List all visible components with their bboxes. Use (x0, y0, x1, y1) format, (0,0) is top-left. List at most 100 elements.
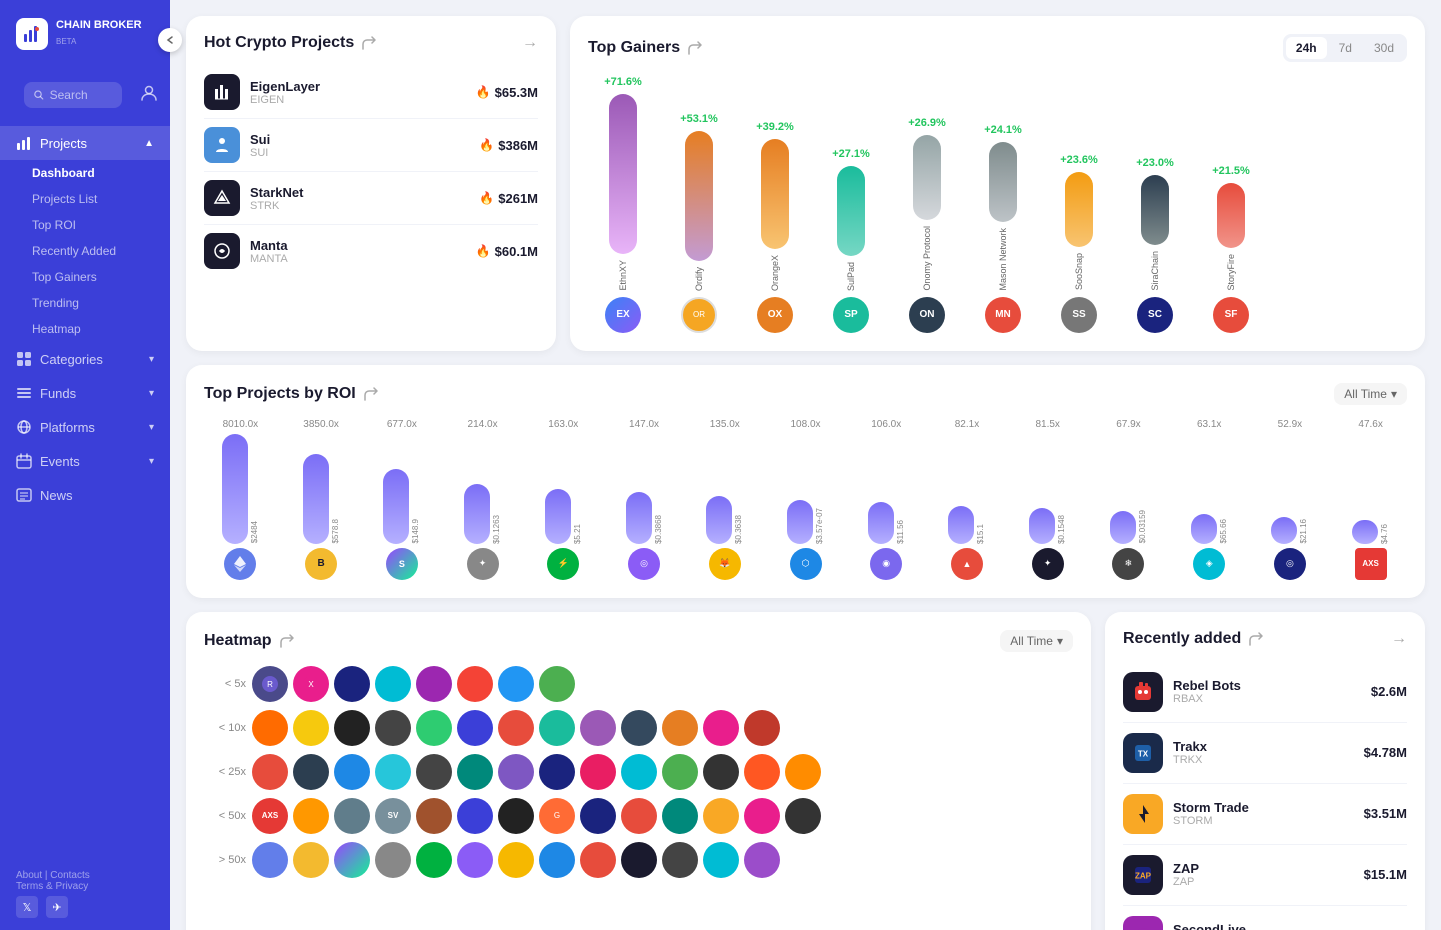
heatmap-icon[interactable] (662, 754, 698, 790)
roi-col[interactable]: 47.6x $4.76 AXS (1334, 419, 1407, 580)
tab-7d[interactable]: 7d (1329, 37, 1362, 59)
heatmap-icon[interactable] (334, 754, 370, 790)
heatmap-icon[interactable] (744, 798, 780, 834)
roi-col[interactable]: 677.0x $148.9 S (365, 419, 438, 580)
telegram-icon[interactable]: ✈ (46, 896, 68, 918)
sidebar-item-projects[interactable]: Projects ▲ (0, 126, 170, 160)
twitter-icon[interactable]: 𝕏 (16, 896, 38, 918)
sidebar-item-categories[interactable]: Categories ▾ (0, 342, 170, 376)
gainer-col[interactable]: +23.6% SooSnap SS (1044, 154, 1114, 332)
heatmap-icon[interactable]: R (252, 666, 288, 702)
sidebar-item-heatmap[interactable]: Heatmap (0, 316, 170, 342)
heatmap-icon[interactable] (416, 842, 452, 878)
heatmap-icon[interactable] (703, 842, 739, 878)
heatmap-icon[interactable] (580, 710, 616, 746)
heatmap-icon[interactable] (457, 842, 493, 878)
sidebar-item-top-roi[interactable]: Top ROI (0, 212, 170, 238)
gainer-col[interactable]: +24.1% Mason Network MN (968, 124, 1038, 333)
heatmap-icon[interactable] (785, 798, 821, 834)
gainer-col[interactable]: +53.1% Ordify OR (664, 113, 734, 333)
heatmap-icon[interactable] (744, 710, 780, 746)
heatmap-icon[interactable] (662, 798, 698, 834)
heatmap-icon[interactable]: AXS (252, 798, 288, 834)
sidebar-item-news[interactable]: News (0, 478, 170, 512)
roi-col[interactable]: 52.9x $21.16 ◎ (1254, 419, 1327, 580)
heatmap-icon[interactable] (293, 798, 329, 834)
sidebar-item-platforms[interactable]: Platforms ▾ (0, 410, 170, 444)
share-icon-heatmap[interactable] (280, 634, 294, 648)
roi-filter-button[interactable]: All Time ▾ (1334, 383, 1407, 405)
recently-added-arrow[interactable]: → (1391, 630, 1407, 648)
heatmap-icon[interactable] (498, 754, 534, 790)
heatmap-icon[interactable] (252, 842, 288, 878)
recent-item[interactable]: SecondLive LIVE $21M (1123, 906, 1407, 930)
sidebar-item-top-gainers[interactable]: Top Gainers (0, 264, 170, 290)
heatmap-icon[interactable] (252, 710, 288, 746)
roi-col[interactable]: 163.0x $5.21 ⚡ (527, 419, 600, 580)
share-icon-gainers[interactable] (688, 41, 702, 55)
heatmap-icon[interactable]: SV (375, 798, 411, 834)
hot-item[interactable]: Sui SUI 🔥 $386M (204, 119, 538, 172)
heatmap-icon[interactable] (457, 754, 493, 790)
roi-col[interactable]: 108.0x $3.57e-07 ⬡ (769, 419, 842, 580)
heatmap-icon[interactable] (662, 710, 698, 746)
heatmap-icon[interactable] (744, 842, 780, 878)
heatmap-icon[interactable]: G (539, 798, 575, 834)
recent-item[interactable]: Rebel Bots RBAX $2.6M (1123, 662, 1407, 723)
heatmap-icon[interactable] (580, 754, 616, 790)
heatmap-filter-button[interactable]: All Time ▾ (1000, 630, 1073, 652)
heatmap-icon[interactable] (703, 798, 739, 834)
sidebar-item-dashboard[interactable]: Dashboard (0, 160, 170, 186)
heatmap-icon[interactable] (580, 798, 616, 834)
heatmap-icon[interactable] (416, 710, 452, 746)
hot-item[interactable]: EigenLayer EIGEN 🔥 $65.3M (204, 66, 538, 119)
roi-col[interactable]: 81.5x $0.1548 ✦ (1011, 419, 1084, 580)
roi-col[interactable]: 63.1x $65.66 ◈ (1173, 419, 1246, 580)
heatmap-icon[interactable] (375, 754, 411, 790)
heatmap-icon[interactable] (457, 710, 493, 746)
heatmap-icon[interactable] (621, 710, 657, 746)
roi-col[interactable]: 8010.0x $2484 (204, 419, 277, 580)
share-icon[interactable] (362, 36, 376, 50)
heatmap-icon[interactable] (580, 842, 616, 878)
gainer-col[interactable]: +27.1% SulPad SP (816, 148, 886, 333)
recent-item[interactable]: Storm Trade STORM $3.51M (1123, 784, 1407, 845)
heatmap-icon[interactable] (703, 710, 739, 746)
heatmap-icon[interactable] (621, 842, 657, 878)
heatmap-icon[interactable] (252, 754, 288, 790)
heatmap-icon[interactable] (621, 798, 657, 834)
gainer-col[interactable]: +39.2% OrangeX OX (740, 121, 810, 333)
search-box[interactable] (24, 82, 122, 108)
roi-col[interactable]: 147.0x $0.3868 ◎ (608, 419, 681, 580)
heatmap-icon[interactable] (498, 842, 534, 878)
heatmap-icon[interactable] (334, 842, 370, 878)
heatmap-icon[interactable] (498, 666, 534, 702)
heatmap-icon[interactable] (785, 754, 821, 790)
gainer-col[interactable]: +21.5% StoryFire SF (1196, 165, 1266, 333)
heatmap-icon[interactable] (498, 798, 534, 834)
sidebar-collapse-button[interactable] (158, 28, 182, 52)
contacts-link[interactable]: Contacts (50, 870, 89, 881)
heatmap-icon[interactable] (539, 842, 575, 878)
heatmap-icon[interactable] (416, 754, 452, 790)
heatmap-icon[interactable] (539, 754, 575, 790)
search-input[interactable] (50, 88, 112, 102)
heatmap-icon[interactable] (703, 754, 739, 790)
about-link[interactable]: About (16, 870, 42, 881)
tab-30d[interactable]: 30d (1364, 37, 1404, 59)
heatmap-icon[interactable] (539, 710, 575, 746)
roi-col[interactable]: 106.0x $11.56 ◉ (850, 419, 923, 580)
recent-item[interactable]: ZAP ZAP ZAP $15.1M (1123, 845, 1407, 906)
gainer-col[interactable]: +71.6% EthnXY EX (588, 76, 658, 333)
roi-col[interactable]: 3850.0x $578.8 B (285, 419, 358, 580)
share-icon-recent[interactable] (1249, 632, 1263, 646)
heatmap-icon[interactable] (293, 710, 329, 746)
sidebar-item-funds[interactable]: Funds ▾ (0, 376, 170, 410)
roi-col[interactable]: 214.0x $0.1263 ✦ (446, 419, 519, 580)
user-icon[interactable] (140, 84, 158, 107)
gainer-col[interactable]: +23.0% SiraChain SC (1120, 157, 1190, 333)
heatmap-icon[interactable] (293, 842, 329, 878)
roi-col[interactable]: 82.1x $15.1 ▲ (931, 419, 1004, 580)
sidebar-item-recently-added[interactable]: Recently Added (0, 238, 170, 264)
heatmap-icon[interactable] (662, 842, 698, 878)
